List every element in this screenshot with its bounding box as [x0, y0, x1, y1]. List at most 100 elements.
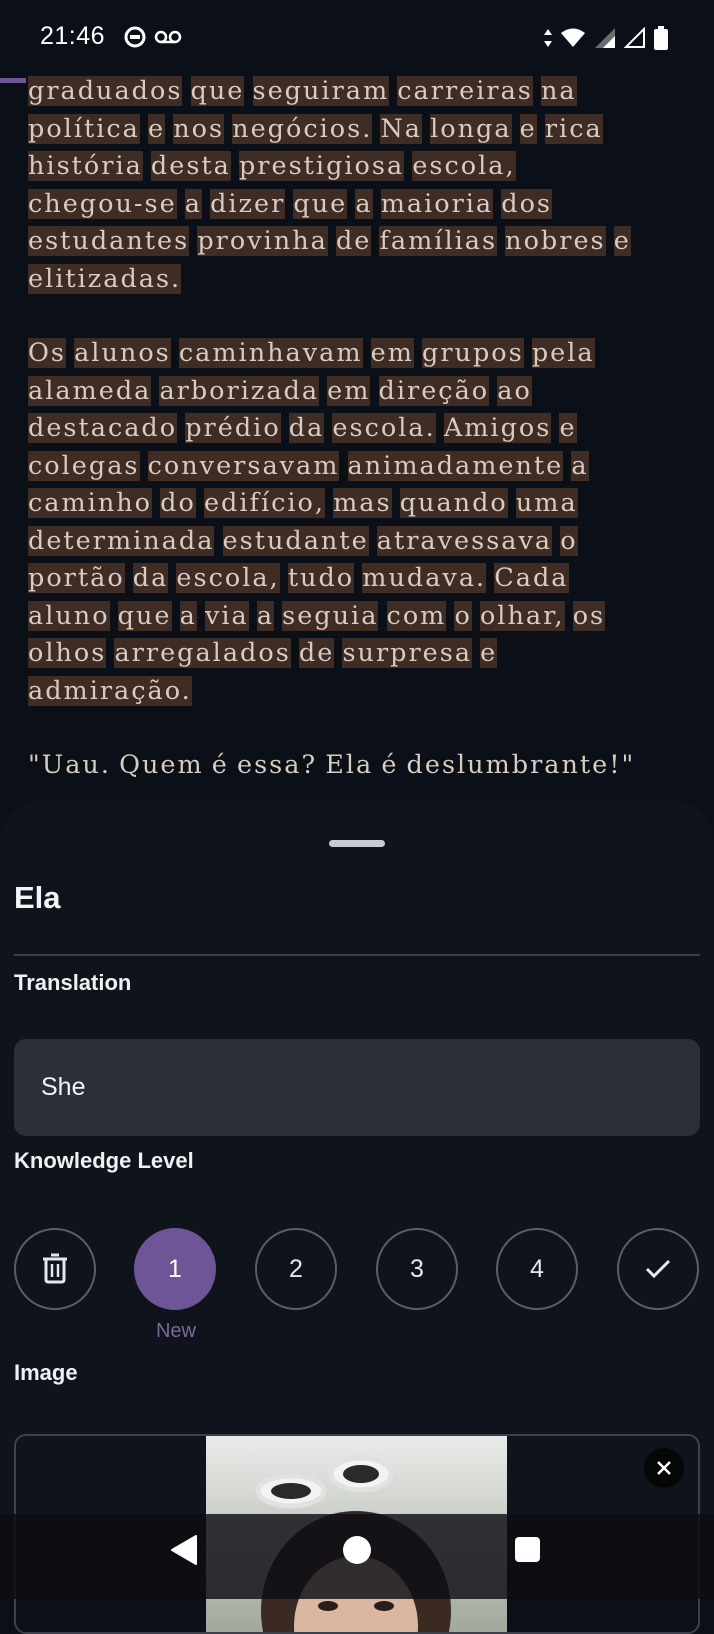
reader-word[interactable]: a — [184, 188, 202, 219]
reader-word[interactable]: mudava. — [362, 563, 487, 593]
translation-input[interactable] — [14, 1039, 700, 1136]
reader-word[interactable]: portão — [28, 563, 125, 593]
reader-word[interactable]: conversavam — [147, 450, 340, 481]
reader-word[interactable]: graduados — [28, 76, 183, 106]
reader-word[interactable]: a — [256, 600, 275, 631]
reader-word[interactable]: que — [190, 76, 245, 106]
reader-word[interactable]: o — [560, 525, 578, 556]
reader-word[interactable]: com — [386, 600, 447, 631]
reader-word[interactable]: em — [327, 375, 371, 406]
reader-word[interactable]: carreiras — [397, 76, 533, 106]
known-button[interactable] — [617, 1228, 699, 1310]
reader-word[interactable]: chegou-se — [28, 188, 177, 219]
reader-word[interactable]: Amigos — [443, 413, 552, 443]
reader-word[interactable]: arborizada — [159, 375, 320, 406]
reader-word[interactable]: seguiram — [252, 76, 390, 106]
reader-word[interactable]: nos — [173, 113, 225, 144]
reader-word[interactable]: estudante — [222, 525, 369, 556]
reader-word[interactable]: política — [28, 113, 140, 144]
reader-word[interactable]: da — [132, 563, 169, 593]
reader-word[interactable]: caminhavam — [178, 338, 363, 368]
reader-word[interactable]: animadamente — [347, 450, 564, 481]
reader-word[interactable]: e — [559, 413, 577, 443]
reader-word[interactable]: e — [613, 226, 631, 256]
reader-word[interactable]: a — [355, 188, 373, 219]
reader-word[interactable]: Quem — [119, 750, 204, 780]
reader-word[interactable]: admiração. — [28, 675, 192, 706]
reader-word[interactable]: olhos — [28, 638, 107, 668]
back-icon[interactable] — [170, 1534, 198, 1566]
reader-word[interactable]: edifício, — [203, 488, 325, 518]
reader-word[interactable]: alunos — [74, 338, 171, 368]
reader-word[interactable]: prédio — [185, 413, 281, 443]
reader-word[interactable]: negócios. — [232, 113, 373, 144]
home-icon[interactable] — [343, 1536, 371, 1564]
reader-word[interactable]: seguia — [282, 600, 379, 631]
reader-word[interactable]: via — [204, 600, 249, 631]
reader-word[interactable]: ao — [497, 375, 532, 406]
reader-word[interactable]: direção — [378, 375, 490, 406]
reader-word[interactable]: uma — [515, 488, 578, 518]
reader-word[interactable]: da — [288, 413, 325, 443]
reader-word[interactable]: prestigiosa — [238, 151, 405, 181]
reader-word[interactable]: determinada — [28, 525, 215, 556]
reader-word[interactable]: Na — [380, 113, 422, 144]
reader-word[interactable]: surpresa — [342, 638, 473, 668]
reader-word[interactable]: colegas — [28, 450, 140, 481]
reader-word[interactable]: mas — [333, 488, 392, 518]
reader-word[interactable]: grupos — [422, 338, 524, 368]
level-1-button[interactable]: 1 — [134, 1228, 216, 1310]
reader-word[interactable]: arregalados — [114, 638, 291, 668]
reader-word[interactable]: dizer — [210, 188, 286, 219]
reader-word[interactable]: longa — [430, 113, 512, 144]
level-3-button[interactable]: 3 — [376, 1228, 458, 1310]
reader-word[interactable]: é — [212, 750, 229, 780]
reader-word[interactable]: rica — [544, 113, 603, 144]
reader-word[interactable]: dos — [501, 188, 553, 219]
reader-word[interactable]: aluno — [28, 600, 110, 631]
reader-word[interactable]: olhar, — [479, 600, 565, 631]
reader-word[interactable]: estudantes — [28, 226, 190, 256]
reader-word[interactable]: "Uau. — [28, 750, 111, 780]
reader-word[interactable]: destacado — [28, 413, 178, 443]
reader-word[interactable]: do — [160, 488, 196, 518]
drag-handle[interactable] — [329, 840, 385, 847]
reader-word[interactable]: escola, — [176, 563, 280, 593]
reader-word[interactable]: escola, — [412, 151, 516, 181]
remove-image-button[interactable] — [644, 1448, 684, 1488]
reader-word[interactable]: elitizadas. — [28, 263, 182, 294]
reader-word[interactable]: de — [335, 226, 372, 256]
reader-word[interactable]: história — [28, 151, 143, 181]
reader-word[interactable]: escola. — [332, 413, 436, 443]
reader-word[interactable]: e — [147, 113, 166, 144]
reader-word[interactable]: desta — [150, 151, 231, 181]
reader-word[interactable]: provinha — [197, 226, 328, 256]
reader-word[interactable]: pela — [531, 338, 595, 368]
reader-word[interactable]: a — [179, 600, 197, 631]
reader-word[interactable]: deslumbrante!" — [407, 750, 636, 780]
reader-word[interactable]: que — [293, 188, 348, 219]
reader-word[interactable]: nobres — [505, 226, 606, 256]
reader-word[interactable]: em — [370, 338, 414, 368]
reader-word[interactable]: Os — [28, 338, 66, 368]
reader-word[interactable]: na — [540, 76, 577, 106]
reader-word[interactable]: Cada — [494, 563, 569, 593]
reader-word[interactable]: atravessava — [376, 525, 553, 556]
recents-icon[interactable] — [515, 1537, 540, 1562]
reader-word[interactable]: e — [480, 638, 498, 668]
reader-word[interactable]: que — [117, 600, 172, 631]
level-4-button[interactable]: 4 — [496, 1228, 578, 1310]
reader-word[interactable]: de — [298, 638, 335, 668]
reader-word[interactable]: famílias — [379, 226, 498, 256]
reader-word[interactable]: a — [571, 450, 589, 481]
reader-word[interactable]: maioria — [380, 188, 494, 219]
reader-word[interactable]: é — [381, 750, 398, 780]
reader-word[interactable]: os — [572, 600, 606, 631]
reader-word[interactable]: quando — [399, 488, 508, 518]
reader-word[interactable]: Ela — [325, 750, 373, 780]
delete-word-button[interactable] — [14, 1228, 96, 1310]
reader-word[interactable]: essa? — [237, 750, 317, 780]
reader-word[interactable]: caminho — [28, 488, 153, 518]
reader-word[interactable]: tudo — [287, 563, 355, 593]
reader-word[interactable]: alameda — [28, 375, 152, 406]
